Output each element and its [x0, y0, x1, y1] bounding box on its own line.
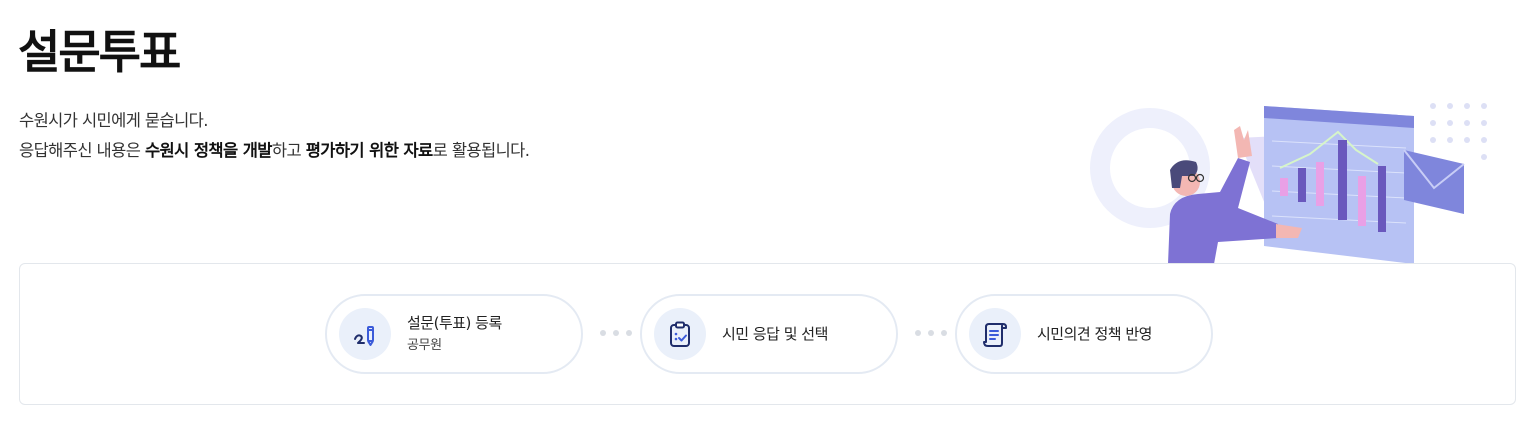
process-step-register[interactable]: 설문(투표) 등록 공무원 [325, 294, 583, 374]
step-icon-badge [339, 308, 391, 360]
decor-dot-grid [1430, 103, 1487, 160]
step-title: 시민의견 정책 반영 [1037, 325, 1152, 343]
process-step-reflect[interactable]: 시민의견 정책 반영 [955, 294, 1213, 374]
step-title: 설문(투표) 등록 [407, 314, 502, 332]
step-connector-dots [600, 330, 632, 336]
intro-line-1: 수원시가 시민에게 묻습니다. [19, 111, 209, 130]
step-text: 시민 응답 및 선택 [722, 324, 828, 344]
clipboard-check-icon [670, 321, 690, 347]
step-icon-badge [969, 308, 1021, 360]
intro-text-part: 응답해주신 내용은 [19, 141, 145, 160]
step-subtitle: 공무원 [407, 338, 442, 353]
intro-text-part: 하고 [271, 141, 306, 160]
process-step-respond[interactable]: 시민 응답 및 선택 [640, 294, 898, 374]
intro-text: 수원시가 시민에게 묻습니다. 응답해주신 내용은 수원시 정책을 개발하고 평… [19, 106, 530, 166]
step-connector-dots [915, 330, 947, 336]
page-title: 설문투표 [18, 25, 181, 79]
pen-icon [354, 326, 374, 346]
intro-emphasis: 평가하기 위한 자료 [305, 141, 434, 160]
scroll-document-icon [983, 323, 1007, 347]
hero-illustration [1090, 103, 1487, 264]
process-panel: 설문(투표) 등록 공무원 시민 응답 및 선택 시민의견 정책 반영 [19, 263, 1516, 405]
intro-emphasis: 수원시 정책을 개발 [144, 141, 273, 160]
step-text: 시민의견 정책 반영 [1037, 324, 1152, 344]
step-text: 설문(투표) 등록 공무원 [407, 313, 502, 355]
step-title: 시민 응답 및 선택 [722, 325, 828, 343]
intro-text-part: 로 활용됩니다. [432, 141, 530, 160]
intro-line-2: 응답해주신 내용은 수원시 정책을 개발하고 평가하기 위한 자료로 활용됩니다… [19, 136, 530, 166]
step-icon-badge [654, 308, 706, 360]
